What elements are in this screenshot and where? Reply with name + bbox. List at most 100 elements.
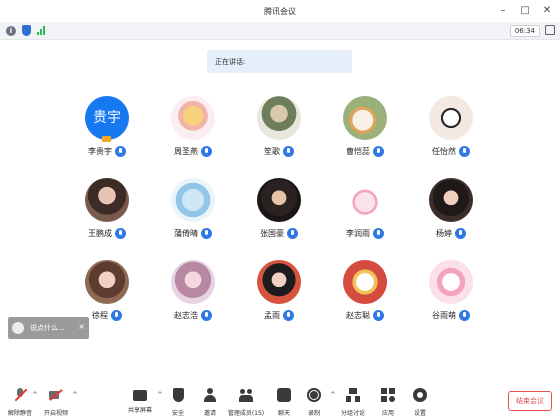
avatar [85,260,129,304]
participant-name: 周圣燕 [174,147,198,156]
chevron-up-icon[interactable]: ^ [72,391,78,399]
mic-icon [455,228,466,239]
mic-icon [115,228,126,239]
participant-tile[interactable]: 任怡然 [408,96,494,178]
participant-tile[interactable]: 杨婷 [408,178,494,260]
avatar [343,96,387,140]
avatar [343,178,387,222]
avatar [257,260,301,304]
mic-icon [283,146,294,157]
avatar [12,322,24,334]
mic-icon [283,310,294,321]
participant-name: 李贵宇 [88,147,112,156]
manage-members-button[interactable]: 管理成员(15) [226,388,266,417]
status-bar: i 06:34 [0,22,560,40]
breakout-label: 分组讨论 [340,410,365,417]
members-icon [239,388,253,402]
minimize-icon[interactable]: – [496,4,510,18]
avatar [257,96,301,140]
participant-name: 张国豪 [260,229,284,238]
unmute-label: 解除静音 [7,410,32,417]
mic-icon [373,228,384,239]
manage-members-label: 管理成员(15) [227,410,265,417]
chat-input-bubble[interactable]: 说点什么... × [8,317,89,339]
participant-tile[interactable]: 蒲倚晴 [150,178,236,260]
avatar [85,178,129,222]
maximize-icon[interactable]: □ [518,4,532,18]
participant-name: 赵志浩 [174,311,198,320]
close-icon[interactable]: ✕ [540,4,554,18]
participant-tile[interactable]: 谷雨萌 [408,260,494,342]
participant-tile[interactable]: 赵志聪 [322,260,408,342]
participant-name: 徐程 [92,311,108,320]
participant-name: 孟雨 [264,311,280,320]
avatar [429,178,473,222]
breakout-button[interactable]: 分组讨论 [333,388,373,417]
camera-off-icon [49,388,63,402]
chat-placeholder: 说点什么... [30,324,65,332]
mic-icon [373,146,384,157]
record-button[interactable]: 录制 [294,388,334,417]
mic-icon [459,310,470,321]
window-controls: – □ ✕ [496,4,554,18]
breakout-icon [346,388,360,402]
start-video-label: 开启视频 [43,410,68,417]
avatar [429,96,473,140]
participant-tile[interactable]: 孟雨 [236,260,322,342]
avatar [429,260,473,304]
mic-icon [201,228,212,239]
signal-icon[interactable] [37,26,45,35]
participant-tile[interactable]: 周圣燕 [150,96,236,178]
settings-label: 设置 [413,410,426,417]
participant-name: 王鹏成 [88,229,112,238]
settings-button[interactable]: 设置 [400,388,440,417]
share-screen-label: 共享屏幕 [127,407,152,414]
shield-icon[interactable] [22,25,31,36]
participant-tile[interactable]: 贵宇 李贵宇 [64,96,150,178]
participant-name: 杨婷 [436,229,452,238]
participant-name: 笙歌 [264,147,280,156]
mic-icon [287,228,298,239]
mic-icon [459,146,470,157]
participant-tile[interactable]: 李润雨 [322,178,408,260]
fullscreen-icon[interactable] [545,25,555,35]
participant-name: 赵志聪 [346,311,370,320]
participant-tile[interactable]: 王鹏成 [64,178,150,260]
record-icon [307,388,321,402]
title-bar: 腾讯会议 – □ ✕ [0,0,560,22]
mic-icon [111,310,122,321]
participant-tile[interactable]: 笙歌 [236,96,322,178]
avatar [171,96,215,140]
avatar [171,260,215,304]
info-icon[interactable]: i [6,25,16,36]
window-title: 腾讯会议 [264,7,296,16]
chat-icon [277,388,291,402]
participant-name: 任怡然 [432,147,456,156]
host-icon [102,136,111,142]
invite-button[interactable]: 邀请 [190,388,230,417]
meeting-toolbar: 解除静音 ^ 开启视频 ^ 共享屏幕 ^ 安全 邀请 管理成员(15) 聊天 录… [0,383,560,420]
participant-tile[interactable]: 赵志浩 [150,260,236,342]
end-meeting-button[interactable]: 结束会议 [508,391,552,411]
participant-name: 蒲倚晴 [174,229,198,238]
mic-icon [115,146,126,157]
invite-icon [203,388,217,402]
apps-icon [381,388,395,402]
mic-icon [201,310,212,321]
mic-icon [201,146,212,157]
close-icon[interactable]: × [78,322,85,331]
participant-tile[interactable]: 张国豪 [236,178,322,260]
gear-icon [413,388,427,402]
participant-name: 李润雨 [346,229,370,238]
record-label: 录制 [307,410,320,417]
mic-muted-icon [13,388,27,402]
start-video-button[interactable]: 开启视频 [36,388,76,417]
avatar [343,260,387,304]
share-screen-button[interactable]: 共享屏幕 [120,388,160,414]
avatar: 贵宇 [85,96,129,140]
shield-icon [172,388,184,402]
participant-name: 曹恺蕊 [346,147,370,156]
participant-tile[interactable]: 曹恺蕊 [322,96,408,178]
mic-icon [373,310,384,321]
meeting-timer: 06:34 [509,25,540,37]
